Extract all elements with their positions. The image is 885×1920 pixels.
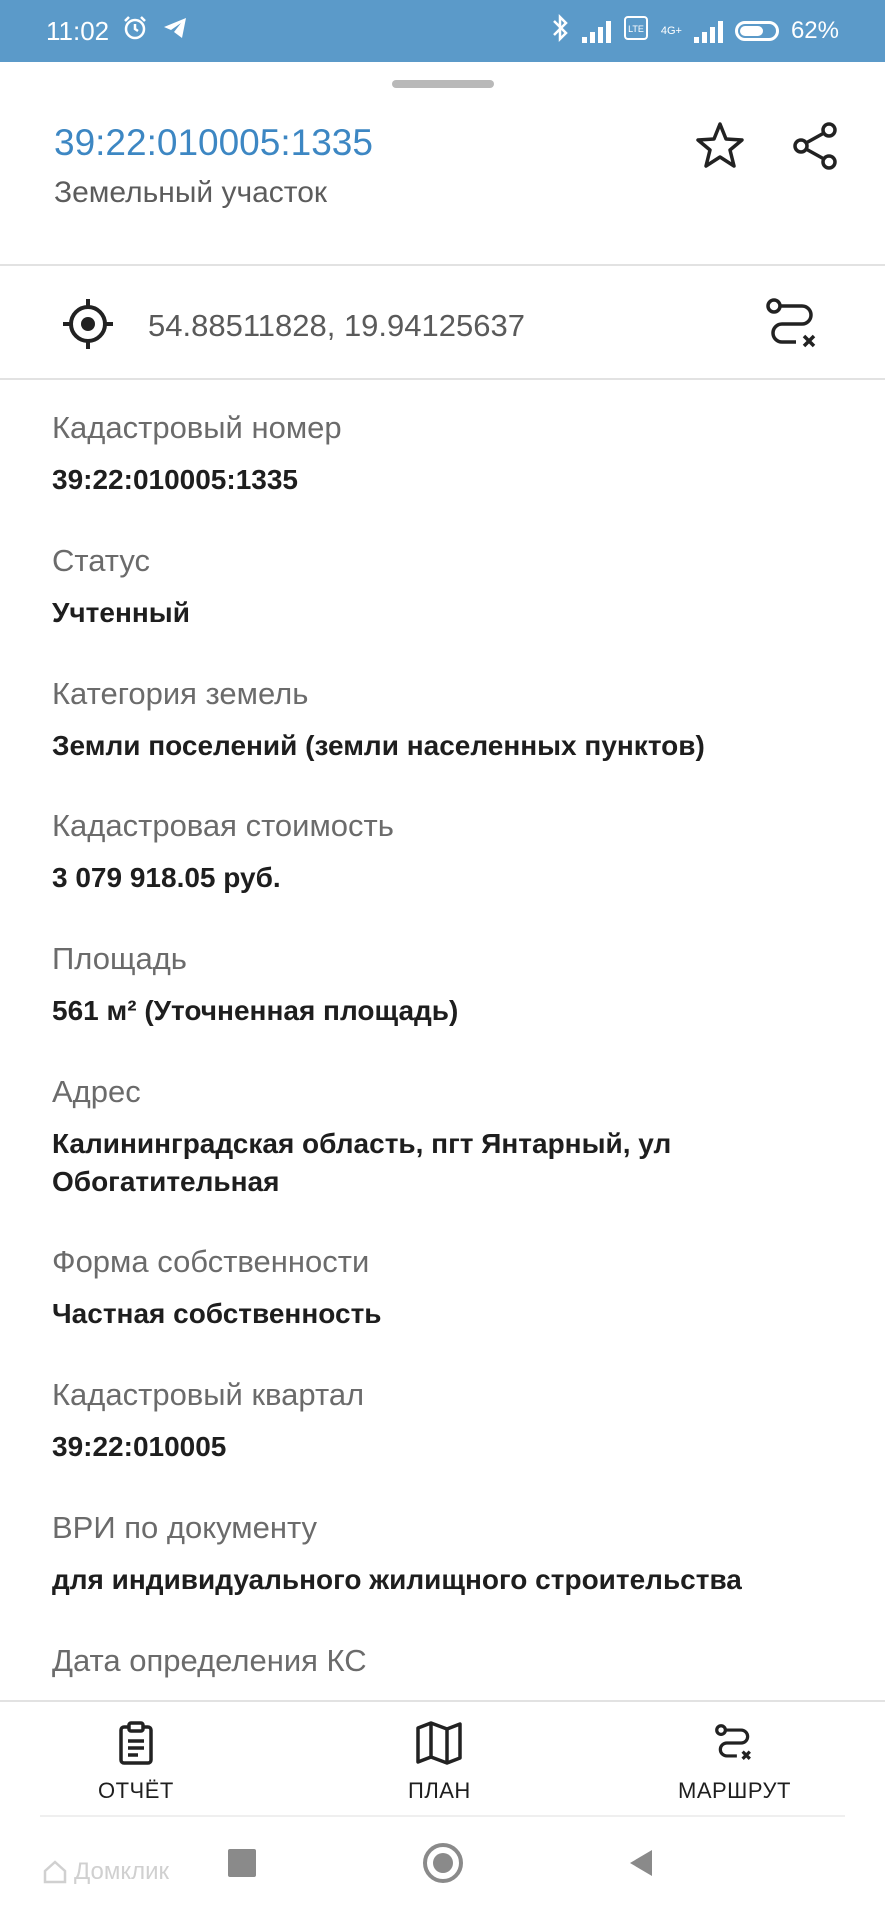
battery-percent: 62% [790,17,839,44]
home-button[interactable] [423,1843,463,1883]
field-label-cadastral-value: Кадастровая стоимость [52,808,394,843]
report-button[interactable]: ОТЧЁТ [98,1720,174,1804]
battery-icon [734,21,779,41]
field-label-ownership-form: Форма собственности [52,1244,370,1279]
field-label-permitted-use: ВРИ по документу [52,1510,317,1545]
map-icon [416,1721,463,1765]
back-triangle-icon [630,1850,652,1876]
divider [0,264,885,266]
status-time: 11:02 [46,15,110,46]
field-value-cadastral-quarter: 39:22:010005 [52,1431,227,1462]
sheet-drag-handle[interactable] [392,80,494,88]
domclick-logo-icon [43,1860,67,1884]
field-value-permitted-use: для индивидуального жилищного строительс… [52,1564,742,1595]
field-value-address: Калининградская область, пгт Янтарный, у… [52,1128,672,1197]
report-label: ОТЧЁТ [98,1778,174,1803]
share-icon [793,122,837,170]
route-label: МАРШРУТ [678,1778,791,1803]
field-label-cadastral-quarter: Кадастровый квартал [52,1377,365,1412]
route-icon [715,1724,752,1760]
field-value-cadastral-value: 3 079 918.05 руб. [52,862,281,893]
field-value-cadastral-number: 39:22:010005:1335 [52,464,298,495]
page-subtitle: Земельный участок [54,176,328,209]
alarm-icon [121,14,149,49]
field-label-address: Адрес [52,1074,141,1109]
field-label-valuation-date: Дата определения КС [52,1643,367,1678]
back-button[interactable] [626,1847,656,1884]
watermark: Домклик [42,1858,169,1886]
route-icon [766,298,816,348]
watermark-text: Домклик [74,1858,170,1885]
divider [40,1815,845,1817]
coordinates-row: 54.88511828, 19.94125637 [0,270,885,378]
volte-icon: LTE [623,15,649,48]
divider [0,1700,885,1702]
favorite-button[interactable] [690,116,750,176]
signal-strength-icon [581,19,611,43]
report-icon [119,1721,153,1765]
divider [0,378,885,380]
signal-strength-icon-2 [693,19,723,43]
recent-apps-button[interactable] [228,1849,256,1877]
plan-button[interactable]: ПЛАН [408,1720,471,1804]
status-bar: 11:02 LTE 4G+ 62% [0,0,885,62]
star-icon [696,122,744,168]
field-value-land-category: Земли поселений (земли населенных пункто… [52,730,705,761]
route-button[interactable] [760,292,824,356]
field-label-status: Статус [52,543,150,578]
field-label-cadastral-number: Кадастровый номер [52,410,342,445]
plan-label: ПЛАН [408,1778,471,1803]
field-value-status: Учтенный [52,597,190,628]
share-button[interactable] [785,116,845,176]
route-nav-button[interactable]: МАРШРУТ [678,1720,791,1804]
telegram-icon [161,14,189,49]
bottom-action-bar: ОТЧЁТ ПЛАН МАРШРУТ [0,1700,885,1815]
svg-text:LTE: LTE [628,24,644,34]
field-value-ownership-form: Частная собственность [52,1298,382,1329]
location-target-icon [63,299,113,349]
field-label-area: Площадь [52,941,187,976]
bluetooth-icon [550,13,570,50]
network-type-badge: 4G+ [660,25,682,37]
coordinates-text[interactable]: 54.88511828, 19.94125637 [148,308,525,344]
field-value-area: 561 м² (Уточненная площадь) [52,995,459,1026]
field-label-land-category: Категория земель [52,676,309,711]
page-title: 39:22:010005:1335 [54,122,373,163]
